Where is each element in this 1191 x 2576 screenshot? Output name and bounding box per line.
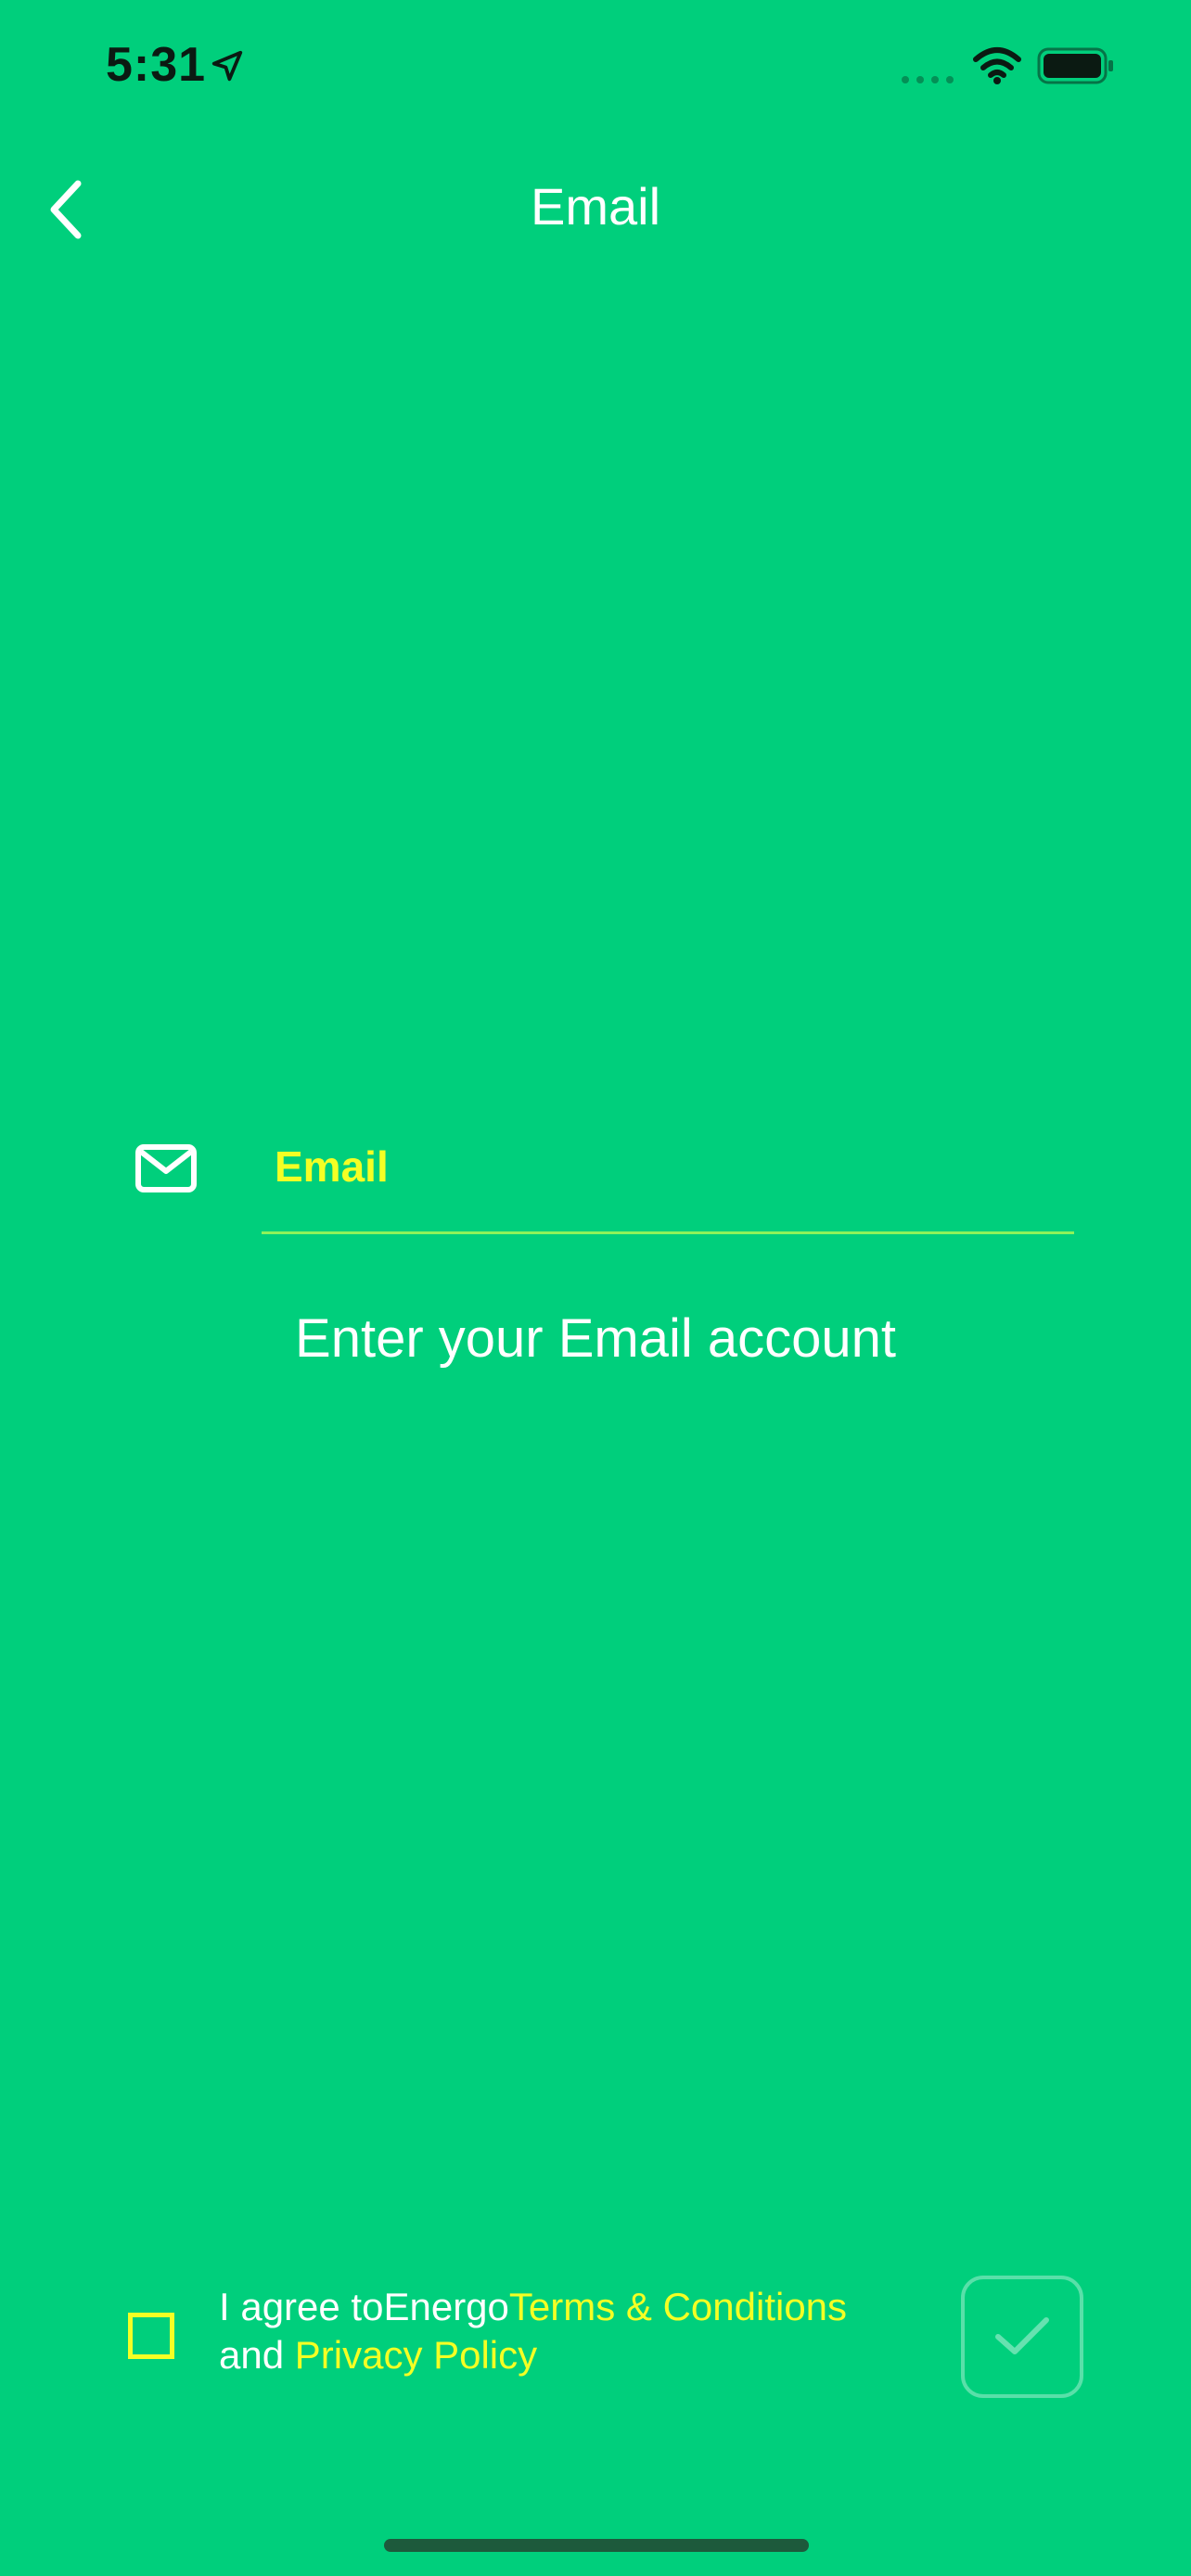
agreement-conjunction: and [219,2333,285,2377]
page-title: Email [530,177,661,236]
agreement-text: I agree toEnergoTerms & Conditions and P… [219,2283,924,2379]
privacy-link[interactable]: Privacy Policy [295,2333,537,2377]
agreement-row: I agree toEnergoTerms & Conditions and P… [0,2263,1191,2411]
email-input-underline [262,1231,1074,1234]
home-indicator [384,2539,809,2552]
nav-bar: Email [0,148,1191,269]
agreement-brand: Energo [383,2285,509,2328]
signal-icon [902,76,954,83]
email-hint-text: Enter your Email account [295,1308,896,1369]
location-arrow-icon [211,50,243,82]
status-time: 5:31 [106,38,207,92]
mail-icon [135,1144,197,1192]
wifi-icon [973,47,1021,84]
agree-checkbox[interactable] [128,2313,174,2359]
email-input[interactable] [262,1131,1074,1202]
terms-link[interactable]: Terms & Conditions [509,2285,847,2328]
check-icon [995,2317,1049,2354]
status-bar: 5:31 [0,0,1191,130]
confirm-button[interactable] [961,2276,1083,2398]
battery-icon [1037,47,1113,84]
agreement-prefix: I agree to [219,2285,384,2328]
email-field-row [0,1103,1191,1252]
